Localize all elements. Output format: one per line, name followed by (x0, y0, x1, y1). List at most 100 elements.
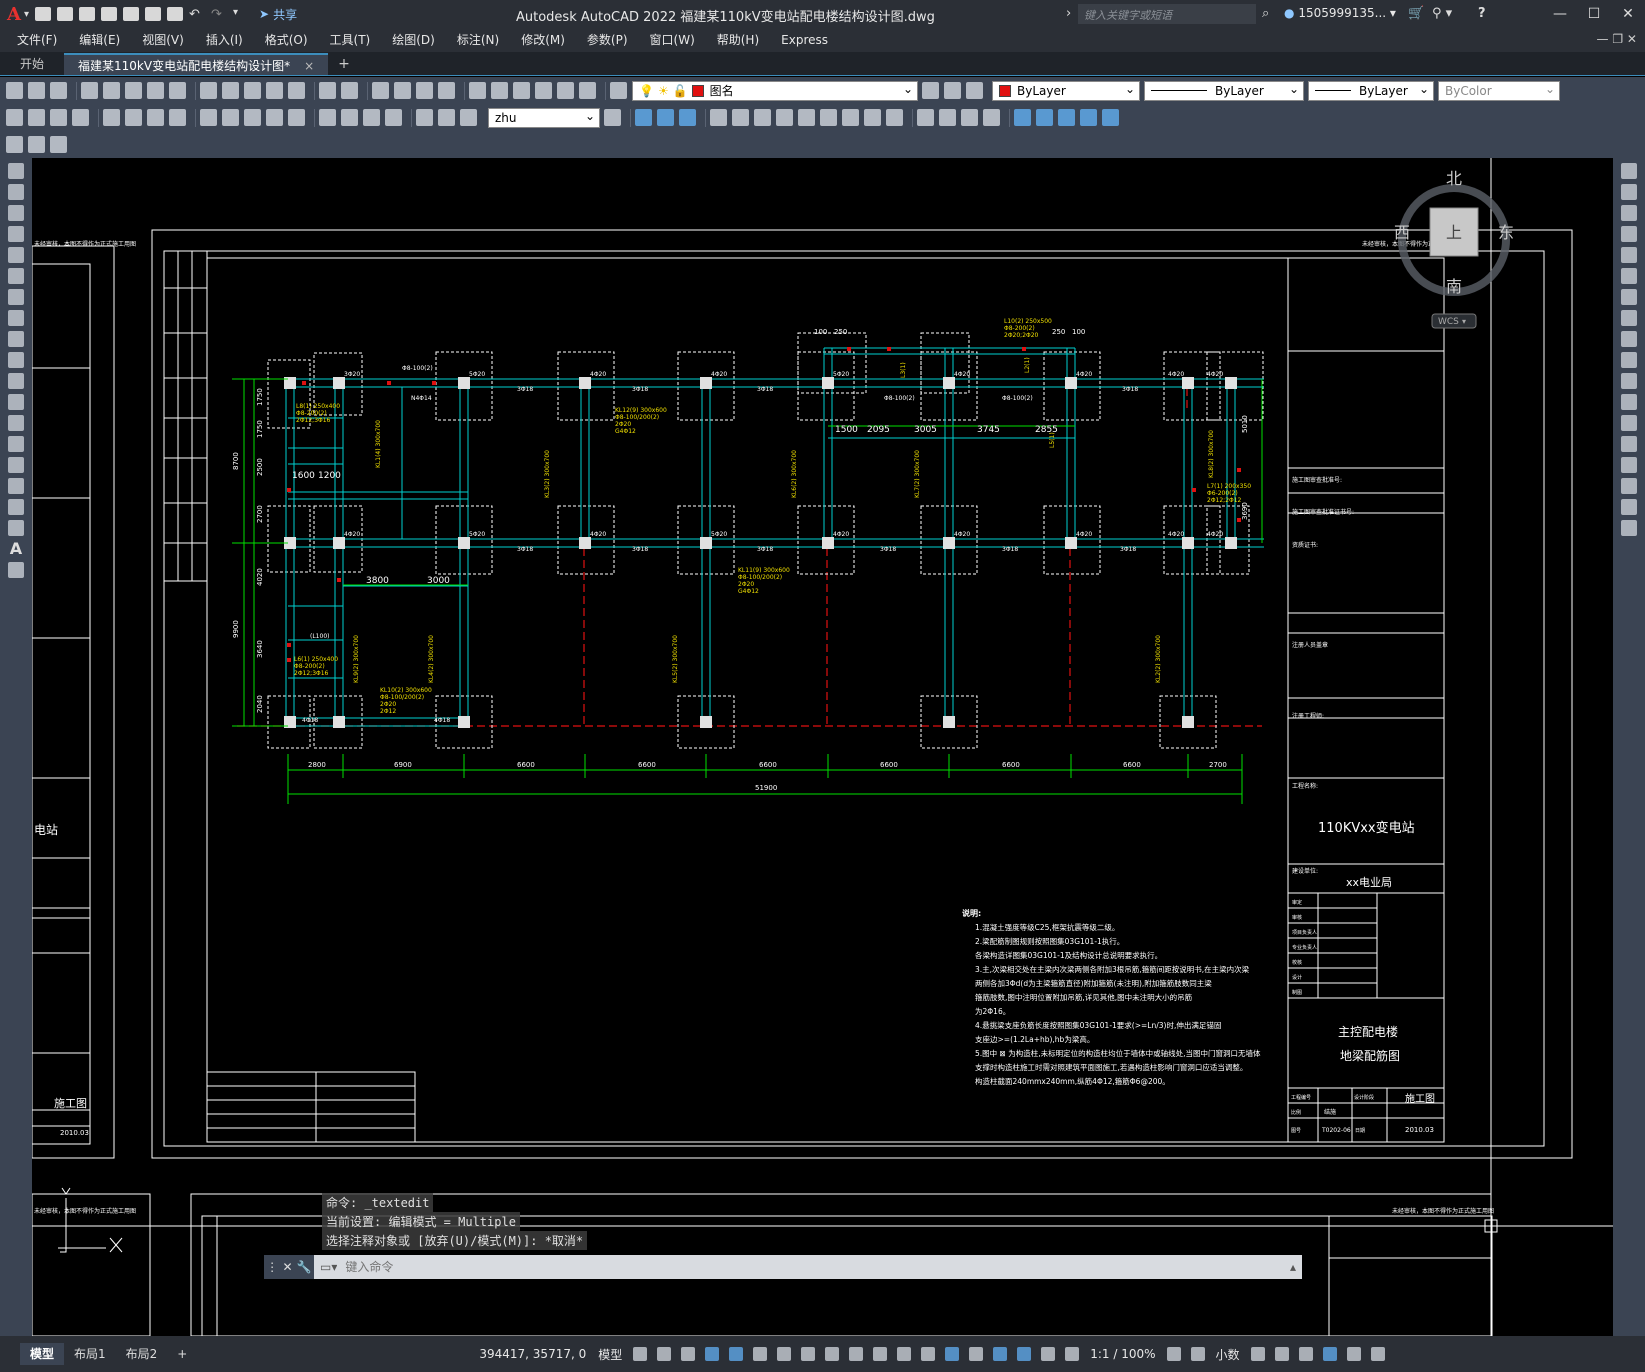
solid-icon[interactable] (961, 109, 978, 126)
undo-icon[interactable]: ↶ (189, 7, 205, 22)
lock-ui-icon[interactable] (1274, 1347, 1289, 1361)
tab-close-icon[interactable]: × (304, 59, 314, 73)
publish-icon[interactable] (125, 82, 142, 99)
add-selected-icon[interactable] (8, 562, 24, 578)
model-space-toggle[interactable]: 模型 (598, 1346, 622, 1363)
zoom-realtime-icon[interactable] (394, 82, 411, 99)
command-close-icon[interactable]: ✕ (282, 1260, 292, 1274)
polygon-icon[interactable] (8, 226, 24, 242)
arc-icon[interactable] (8, 268, 24, 284)
point-icon[interactable] (8, 436, 24, 452)
hardware-acceleration-icon[interactable] (1322, 1347, 1337, 1361)
baseline-dim-icon[interactable] (222, 109, 239, 126)
isolate-objects-icon[interactable] (1298, 1347, 1313, 1361)
search-expand-icon[interactable]: › (1066, 6, 1071, 21)
layer-previous-icon[interactable] (944, 82, 961, 99)
text-style-dropdown[interactable]: zhu (488, 107, 600, 128)
sheet-set-icon[interactable] (535, 82, 552, 99)
gradient-icon[interactable] (8, 478, 24, 494)
table-icon[interactable] (8, 520, 24, 536)
layer-states-icon[interactable] (966, 82, 983, 99)
arc-length-icon[interactable] (50, 109, 67, 126)
menu-modify[interactable]: 修改(M) (510, 28, 576, 52)
ucs-face-icon[interactable] (710, 109, 727, 126)
tab-drawing[interactable]: 福建某110kV变电站配电楼结构设计图* × (64, 53, 329, 75)
rotate-icon[interactable] (1621, 289, 1637, 305)
layer-properties-icon[interactable] (610, 82, 627, 99)
command-input[interactable] (337, 1256, 1290, 1278)
block-editor-icon[interactable] (288, 82, 305, 99)
plotstyle-dropdown[interactable]: ByColor (1438, 80, 1560, 101)
make-current-layer-icon[interactable] (922, 82, 939, 99)
linetype-dropdown[interactable]: ByLayer (1144, 80, 1304, 101)
scale-icon[interactable] (1621, 310, 1637, 326)
shade-icon[interactable] (917, 109, 934, 126)
viewport-poly-icon[interactable] (1036, 109, 1053, 126)
continue-dim-icon[interactable] (244, 109, 261, 126)
coordinates-readout[interactable]: 394417, 35717, 0 (479, 1347, 586, 1361)
save-as-icon[interactable] (101, 7, 118, 21)
add-layout-button[interactable]: + (167, 1343, 197, 1365)
hatch-icon[interactable] (8, 457, 24, 473)
zoom-window-icon[interactable] (416, 82, 433, 99)
design-center-icon[interactable] (491, 82, 508, 99)
construction-line-icon[interactable] (8, 184, 24, 200)
workspace-gear-icon[interactable] (1166, 1347, 1181, 1361)
color-dropdown[interactable]: ByLayer (992, 80, 1140, 101)
linear-dim-icon[interactable] (6, 109, 23, 126)
units-value[interactable]: 小数 (1216, 1346, 1240, 1363)
customization-menu-icon[interactable] (1370, 1347, 1385, 1361)
command-customize-icon[interactable]: 🔧 (297, 1260, 312, 1274)
ucs-world-icon[interactable] (657, 109, 674, 126)
save-web-icon[interactable] (145, 7, 162, 21)
command-grip-icon[interactable]: ⋮ (266, 1260, 278, 1274)
erase-icon[interactable] (1621, 163, 1637, 179)
dynamic-input-icon[interactable] (705, 1347, 720, 1361)
tab-layout2[interactable]: 布局2 (116, 1343, 168, 1365)
zoom-previous-icon[interactable] (438, 82, 455, 99)
lineweight-dropdown[interactable]: ByLayer (1308, 80, 1434, 101)
attribute-sync-icon[interactable] (28, 136, 45, 153)
new-icon[interactable] (6, 82, 23, 99)
ucs-icon[interactable] (635, 109, 652, 126)
jogged-linear-icon[interactable] (385, 109, 402, 126)
render-icon[interactable] (939, 109, 956, 126)
help-icon[interactable] (579, 82, 596, 99)
ucs-y-icon[interactable] (864, 109, 881, 126)
quick-properties-icon[interactable] (1250, 1347, 1265, 1361)
menu-tools[interactable]: 工具(T) (319, 28, 382, 52)
rectangle-icon[interactable] (8, 247, 24, 263)
revision-cloud-icon[interactable] (8, 310, 24, 326)
dim-edit-icon[interactable] (416, 109, 433, 126)
polar-tracking-icon[interactable] (753, 1347, 768, 1361)
object-snap-tracking-icon[interactable] (801, 1347, 816, 1361)
viewport-scale-icon[interactable] (1080, 109, 1097, 126)
circle-icon[interactable] (8, 289, 24, 305)
undo-icon[interactable] (319, 82, 336, 99)
3d-osnap-icon[interactable] (921, 1347, 936, 1361)
copy-object-icon[interactable] (1621, 184, 1637, 200)
copy-icon[interactable] (222, 82, 239, 99)
autodesk-a360-icon[interactable]: ⚲ ▾ (1432, 6, 1452, 21)
dim-update-icon[interactable] (460, 109, 477, 126)
infer-constraints-icon[interactable] (681, 1347, 696, 1361)
menu-format[interactable]: 格式(O) (254, 28, 319, 52)
viewcube-west[interactable]: 西 (1394, 223, 1410, 242)
ucs-z-icon[interactable] (886, 109, 903, 126)
auto-scale-icon[interactable] (1041, 1347, 1056, 1361)
viewcube[interactable]: 上 北 南 东 西 WCS ▾ (1394, 169, 1514, 329)
region-icon[interactable] (8, 499, 24, 515)
user-account[interactable]: ● 1505999135... ▾ (1284, 6, 1396, 20)
annotation-scale-icon[interactable] (1065, 1347, 1080, 1361)
stretch-icon[interactable] (1621, 331, 1637, 347)
save-icon[interactable] (79, 7, 96, 21)
tab-model[interactable]: 模型 (20, 1343, 65, 1365)
break-icon[interactable] (1621, 415, 1637, 431)
offset-icon[interactable] (1621, 226, 1637, 242)
menu-view[interactable]: 视图(V) (131, 28, 195, 52)
viewcube-top-face[interactable]: 上 (1446, 223, 1462, 242)
menu-window[interactable]: 窗口(W) (639, 28, 706, 52)
ucs-3point-icon[interactable] (820, 109, 837, 126)
dynamic-ucs-icon[interactable] (945, 1347, 960, 1361)
ordinate-dim-icon[interactable] (72, 109, 89, 126)
